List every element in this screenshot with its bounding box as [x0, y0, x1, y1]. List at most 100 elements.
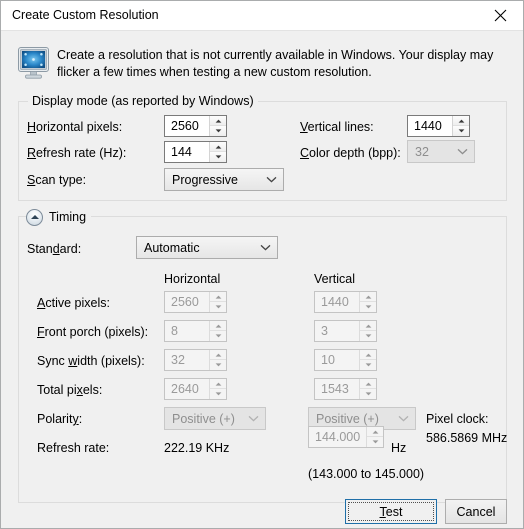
horizontal-column-header: Horizontal	[164, 272, 220, 286]
total-pixels-horizontal-spinner[interactable]	[209, 379, 226, 399]
chevron-down-icon	[241, 415, 265, 422]
spinner-up-icon[interactable]	[360, 379, 376, 389]
active-pixels-vertical-spinner[interactable]	[359, 292, 376, 312]
test-button-label: Test	[380, 505, 403, 519]
sync-width-vertical-spinner[interactable]	[359, 350, 376, 370]
scan-type-select[interactable]: Progressive	[164, 168, 284, 191]
spinner-up-icon[interactable]	[360, 321, 376, 331]
horizontal-pixels-label: Horizontal pixels:	[27, 120, 122, 134]
timing-legend: Timing	[26, 206, 91, 228]
front-porch-horizontal-spinner[interactable]	[209, 321, 226, 341]
scan-type-value: Progressive	[165, 173, 259, 187]
spinner-down-icon[interactable]	[210, 360, 226, 370]
spinner-down-icon[interactable]	[453, 126, 469, 136]
refresh-rate-hz-value: 144	[165, 142, 209, 162]
sync-width-vertical-input[interactable]: 10	[314, 349, 377, 371]
banner-description: Create a resolution that is not currentl…	[57, 47, 497, 81]
front-porch-horizontal-input[interactable]: 8	[164, 320, 227, 342]
total-pixels-vertical-spinner[interactable]	[359, 379, 376, 399]
active-pixels-horizontal-value: 2560	[165, 292, 209, 312]
front-porch-label: Front porch (pixels):	[37, 325, 148, 339]
timing-refresh-rate-range: (143.000 to 145.000)	[308, 467, 424, 481]
create-custom-resolution-dialog: Create Custom Resolution	[0, 0, 524, 529]
timing-refresh-rate-horizontal-value: 222.19 KHz	[164, 441, 229, 455]
color-depth-select[interactable]: 32	[407, 140, 475, 163]
chevron-down-icon	[450, 148, 474, 155]
horizontal-pixels-value: 2560	[165, 116, 209, 136]
polarity-label: Polarity:	[37, 412, 82, 426]
spinner-down-icon[interactable]	[210, 126, 226, 136]
refresh-rate-hz-spinner[interactable]	[209, 142, 226, 162]
cancel-button[interactable]: Cancel	[445, 499, 507, 524]
pixel-clock-value: 586.5869 MHz	[426, 431, 507, 445]
total-pixels-horizontal-value: 2640	[165, 379, 209, 399]
spinner-up-icon[interactable]	[210, 292, 226, 302]
standard-select[interactable]: Automatic	[136, 236, 278, 259]
active-pixels-vertical-value: 1440	[315, 292, 359, 312]
spinner-down-icon[interactable]	[360, 389, 376, 399]
active-pixels-vertical-input[interactable]: 1440	[314, 291, 377, 313]
horizontal-pixels-spinner[interactable]	[209, 116, 226, 136]
chevron-up-icon	[30, 214, 40, 220]
close-icon	[494, 9, 507, 22]
refresh-rate-hz-label: Refresh rate (Hz):	[27, 146, 126, 160]
spinner-down-icon[interactable]	[360, 302, 376, 312]
standard-value: Automatic	[137, 241, 253, 255]
sync-width-horizontal-input[interactable]: 32	[164, 349, 227, 371]
timing-refresh-rate-unit: Hz	[391, 441, 406, 455]
monitor-icon	[17, 45, 53, 81]
front-porch-vertical-spinner[interactable]	[359, 321, 376, 341]
scan-type-label: Scan type:	[27, 173, 86, 187]
spinner-up-icon[interactable]	[210, 379, 226, 389]
spinner-down-icon[interactable]	[210, 389, 226, 399]
polarity-vertical-value: Positive (+)	[309, 412, 391, 426]
active-pixels-horizontal-spinner[interactable]	[209, 292, 226, 312]
vertical-lines-spinner[interactable]	[452, 116, 469, 136]
timing-refresh-rate-vertical-value: 144.000	[309, 427, 366, 447]
pixel-clock-label: Pixel clock:	[426, 412, 489, 426]
spinner-up-icon[interactable]	[360, 350, 376, 360]
spinner-down-icon[interactable]	[360, 360, 376, 370]
close-button[interactable]	[478, 1, 523, 30]
spinner-down-icon[interactable]	[367, 437, 383, 447]
front-porch-vertical-value: 3	[315, 321, 359, 341]
spinner-down-icon[interactable]	[210, 302, 226, 312]
total-pixels-horizontal-input[interactable]: 2640	[164, 378, 227, 400]
horizontal-pixels-input[interactable]: 2560	[164, 115, 227, 137]
vertical-lines-value: 1440	[408, 116, 452, 136]
timing-refresh-rate-vertical-input[interactable]: 144.000	[308, 426, 384, 448]
sync-width-label: Sync width (pixels):	[37, 354, 145, 368]
polarity-horizontal-value: Positive (+)	[165, 412, 241, 426]
timing-refresh-rate-vertical-spinner[interactable]	[366, 427, 383, 447]
color-depth-label: Color depth (bpp):	[300, 146, 401, 160]
cancel-button-label: Cancel	[457, 505, 496, 519]
display-mode-legend: Display mode (as reported by Windows)	[28, 94, 258, 108]
refresh-rate-hz-input[interactable]: 144	[164, 141, 227, 163]
spinner-up-icon[interactable]	[453, 116, 469, 126]
timing-refresh-rate-label: Refresh rate:	[37, 441, 109, 455]
chevron-down-icon	[253, 244, 277, 251]
spinner-down-icon[interactable]	[210, 331, 226, 341]
front-porch-horizontal-value: 8	[165, 321, 209, 341]
spinner-down-icon[interactable]	[360, 331, 376, 341]
vertical-lines-input[interactable]: 1440	[407, 115, 470, 137]
chevron-down-icon	[259, 176, 283, 183]
spinner-up-icon[interactable]	[210, 321, 226, 331]
test-button[interactable]: Test	[345, 499, 437, 524]
spinner-up-icon[interactable]	[210, 116, 226, 126]
dialog-body: Create a resolution that is not currentl…	[1, 31, 523, 528]
total-pixels-vertical-input[interactable]: 1543	[314, 378, 377, 400]
spinner-up-icon[interactable]	[210, 142, 226, 152]
spinner-up-icon[interactable]	[360, 292, 376, 302]
active-pixels-horizontal-input[interactable]: 2560	[164, 291, 227, 313]
timing-collapse-button[interactable]	[26, 209, 43, 226]
spinner-down-icon[interactable]	[210, 152, 226, 162]
spinner-up-icon[interactable]	[210, 350, 226, 360]
color-depth-value: 32	[408, 145, 450, 159]
front-porch-vertical-input[interactable]: 3	[314, 320, 377, 342]
spinner-up-icon[interactable]	[367, 427, 383, 437]
sync-width-horizontal-spinner[interactable]	[209, 350, 226, 370]
polarity-horizontal-select[interactable]: Positive (+)	[164, 407, 266, 430]
vertical-lines-label: Vertical lines:	[300, 120, 374, 134]
sync-width-horizontal-value: 32	[165, 350, 209, 370]
